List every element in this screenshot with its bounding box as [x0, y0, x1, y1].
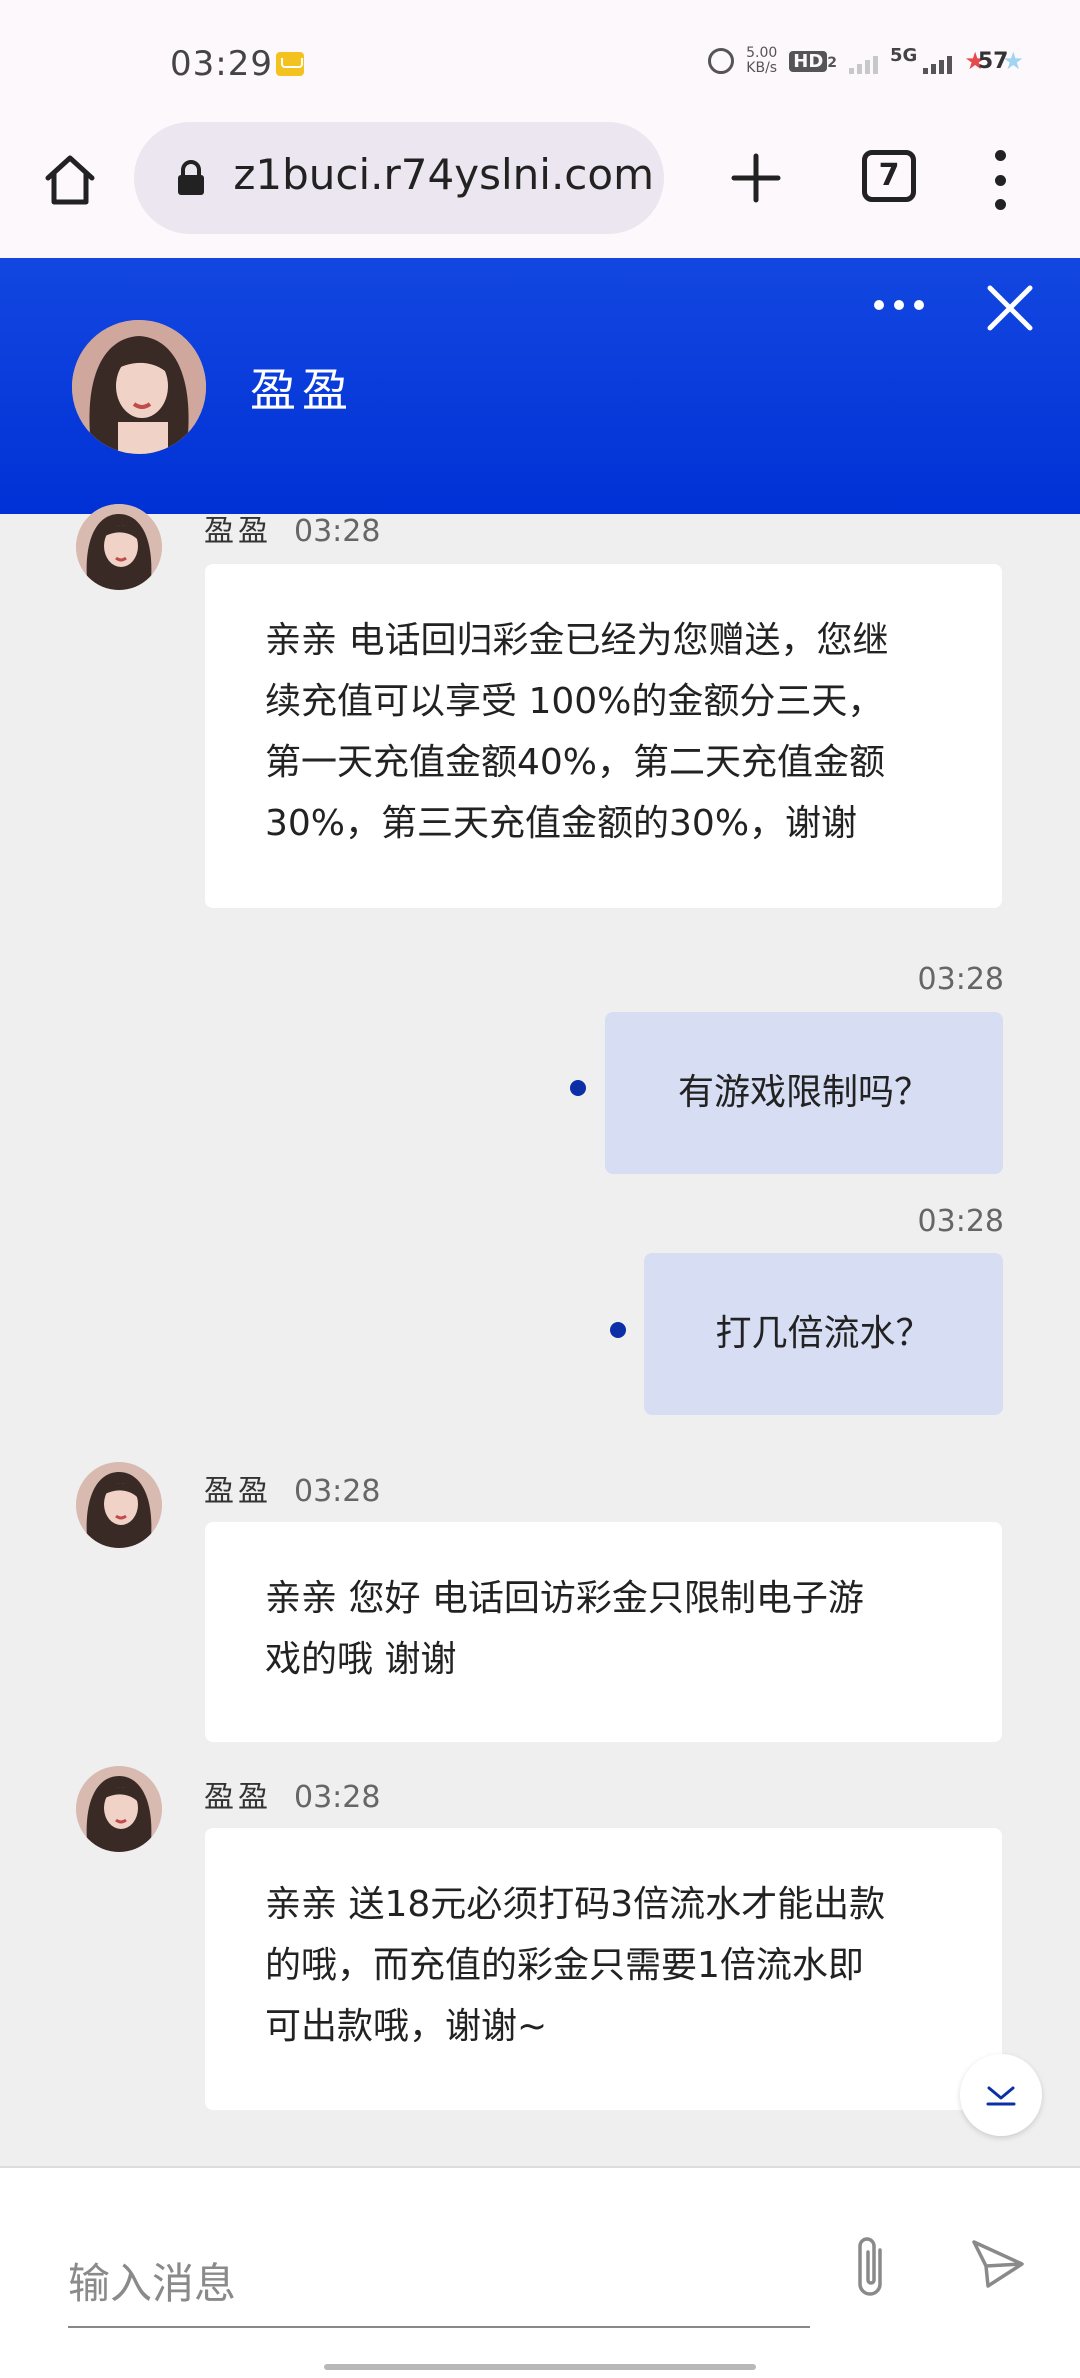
scroll-to-bottom-button[interactable] [960, 2054, 1042, 2136]
status-time: 03:29 [170, 44, 273, 84]
message-line: 的哦，而充值的彩金只需要1倍流水即 [265, 1945, 864, 1986]
sender-name: 盈盈 [204, 1780, 272, 1815]
chat-header: 盈盈 [0, 258, 1080, 514]
hd-label: HD [789, 50, 828, 72]
status-bar: 03:29 5.00 KB/s HD 2 5G ★ 57 ★ [0, 0, 1080, 120]
attachment-icon[interactable] [850, 2232, 890, 2302]
message-input-placeholder: 输入消息 [68, 2259, 237, 2308]
message-meta: 盈盈 03:28 [204, 1772, 380, 1816]
message-line: 续充值可以享受 100%的金额分三天， [265, 681, 884, 722]
message-line: 戏的哦 谢谢 [265, 1639, 457, 1680]
sender-name: 盈盈 [204, 514, 272, 549]
message-time: 03:28 [294, 1780, 381, 1815]
mail-notification-icon [276, 52, 304, 76]
message-time: 03:28 [294, 1474, 381, 1509]
message-line: 亲亲 您好 电话回访彩金只限制电子游 [265, 1578, 864, 1619]
sender-name: 盈盈 [204, 1474, 272, 1509]
incoming-message-bubble: 亲亲 电话回归彩金已经为您赠送，您继 续充值可以享受 100%的金额分三天， 第… [205, 564, 1002, 908]
tab-count: 7 [878, 158, 900, 193]
gesture-bar[interactable] [324, 2364, 756, 2370]
message-line: 可出款哦，谢谢~ [265, 2006, 548, 2047]
message-line: 亲亲 送18元必须打码3倍流水才能出款 [265, 1884, 886, 1925]
message-meta: 盈盈 03:28 [204, 1466, 380, 1510]
signal-2-icon [923, 48, 953, 74]
browser-toolbar: z1buci.r74yslni.com 7 [0, 120, 1080, 260]
agent-avatar-small [76, 1766, 162, 1852]
message-text: 打几倍流水？ [715, 1313, 932, 1354]
message-line: 30%，第三天充值金额的30%，谢谢 [265, 803, 858, 844]
network-speed-value: 5.00 [746, 45, 778, 61]
address-bar[interactable]: z1buci.r74yslni.com [134, 122, 664, 234]
message-composer: 输入消息 [0, 2166, 1080, 2378]
alarm-icon [708, 48, 735, 74]
tab-switcher-button[interactable]: 7 [862, 150, 916, 202]
lock-icon [178, 160, 204, 195]
send-icon[interactable] [968, 2234, 1028, 2294]
browser-menu-icon[interactable] [988, 150, 1012, 210]
more-options-icon[interactable] [874, 300, 924, 314]
outgoing-message-bubble: 打几倍流水？ [644, 1253, 1003, 1415]
agent-avatar-small [76, 1462, 162, 1548]
url-value: z1buci.r74yslni.com [234, 150, 654, 199]
incoming-message-bubble: 亲亲 您好 电话回访彩金只限制电子游 戏的哦 谢谢 [205, 1522, 1002, 1742]
message-input[interactable]: 输入消息 [68, 2228, 810, 2328]
network-speed: 5.00 KB/s [746, 46, 777, 76]
message-meta: 盈盈 03:28 [204, 506, 380, 550]
status-indicators: 5.00 KB/s HD 2 5G ★ 57 ★ [708, 44, 1024, 76]
agent-avatar [72, 320, 206, 454]
message-line: 亲亲 电话回归彩金已经为您赠送，您继 [265, 620, 889, 661]
message-text: 有游戏限制吗？ [677, 1072, 930, 1113]
battery-level: 57 [977, 48, 1009, 74]
chevron-down-icon [986, 2086, 1016, 2106]
message-line: 第一天充值金额40%，第二天充值金额 [265, 742, 886, 783]
outgoing-message-bubble: 有游戏限制吗？ [605, 1012, 1003, 1174]
incoming-message-bubble: 亲亲 送18元必须打码3倍流水才能出款 的哦，而充值的彩金只需要1倍流水即 可出… [205, 1828, 1002, 2110]
agent-name: 盈盈 [250, 363, 354, 417]
network-type: 5G [890, 44, 918, 66]
close-icon[interactable] [984, 282, 1036, 334]
hd-sub: 2 [827, 54, 838, 71]
new-tab-icon[interactable] [726, 148, 786, 208]
url-text[interactable]: z1buci.r74yslni.com [234, 150, 654, 199]
agent-avatar-small [76, 504, 162, 590]
read-status-dot [570, 1080, 586, 1096]
message-time: 03:28 [917, 1204, 1004, 1239]
home-icon[interactable] [40, 150, 100, 210]
hd-icon: HD 2 [789, 50, 838, 72]
battery-indicator: ★ 57 ★ [964, 47, 1024, 75]
read-status-dot [610, 1322, 626, 1338]
network-speed-unit: KB/s [746, 60, 778, 76]
message-time: 03:28 [917, 962, 1004, 997]
message-time: 03:28 [294, 514, 381, 549]
signal-1-icon [849, 48, 879, 74]
